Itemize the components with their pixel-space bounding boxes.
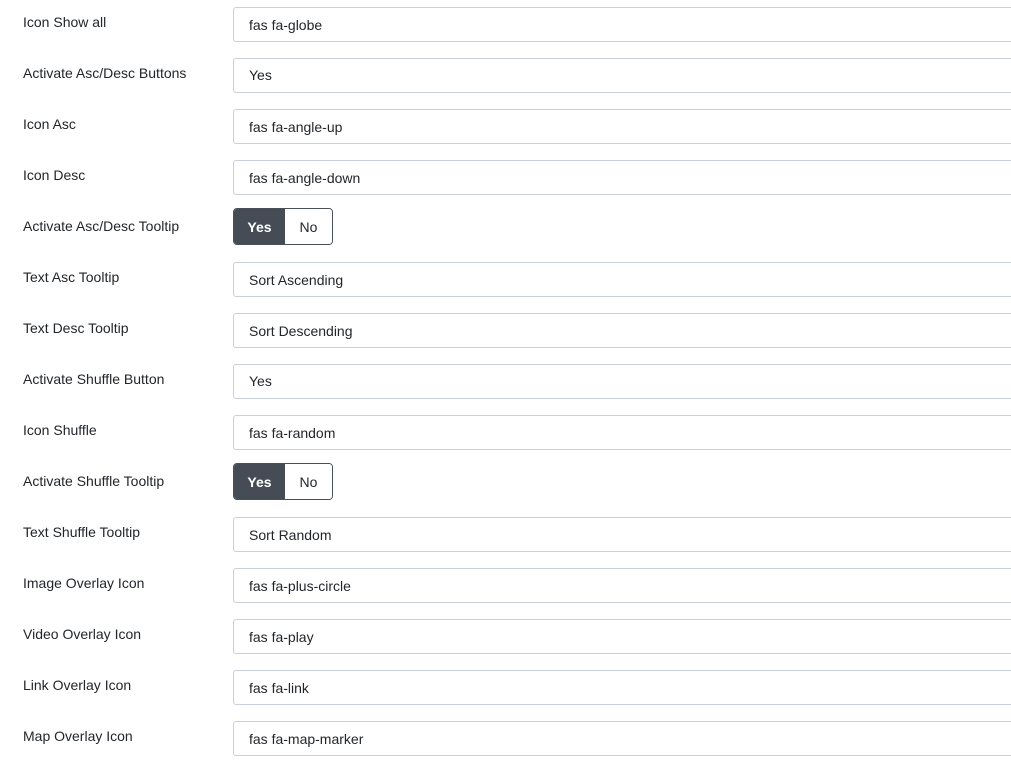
shuffle-tooltip-no-button[interactable]: No xyxy=(285,464,332,499)
field-row-activate-shuffle-button: Activate Shuffle Button Yes xyxy=(0,361,1011,412)
field-row-text-asc-tooltip: Text Asc Tooltip xyxy=(0,259,1011,310)
field-row-icon-desc: Icon Desc xyxy=(0,157,1011,208)
text-shuffle-tooltip-label: Text Shuffle Tooltip xyxy=(23,524,141,540)
icon-asc-label: Icon Asc xyxy=(23,116,76,132)
activate-shuffle-tooltip-toggle: Yes No xyxy=(233,463,333,500)
field-row-activate-shuffle-tooltip: Activate Shuffle Tooltip Yes No xyxy=(0,463,1011,514)
activate-asc-desc-buttons-select[interactable]: Yes xyxy=(233,58,1011,93)
field-row-activate-asc-desc-tooltip: Activate Asc/Desc Tooltip Yes No xyxy=(0,208,1011,259)
activate-shuffle-button-label: Activate Shuffle Button xyxy=(23,371,165,387)
text-asc-tooltip-input[interactable] xyxy=(233,262,1011,297)
field-row-link-overlay-icon: Link Overlay Icon xyxy=(0,667,1011,718)
image-overlay-icon-label: Image Overlay Icon xyxy=(23,575,145,591)
icon-desc-label: Icon Desc xyxy=(23,167,86,183)
icon-show-all-input[interactable] xyxy=(233,7,1011,42)
field-row-icon-shuffle: Icon Shuffle xyxy=(0,412,1011,463)
link-overlay-icon-label: Link Overlay Icon xyxy=(23,677,132,693)
field-row-activate-asc-desc-buttons: Activate Asc/Desc Buttons Yes xyxy=(0,55,1011,106)
text-desc-tooltip-label: Text Desc Tooltip xyxy=(23,320,129,336)
text-desc-tooltip-input[interactable] xyxy=(233,313,1011,348)
icon-asc-input[interactable] xyxy=(233,109,1011,144)
image-overlay-icon-input[interactable] xyxy=(233,568,1011,603)
field-row-icon-show-all: Icon Show all xyxy=(0,4,1011,55)
activate-asc-desc-tooltip-label: Activate Asc/Desc Tooltip xyxy=(23,218,180,234)
asc-desc-tooltip-no-button[interactable]: No xyxy=(285,209,332,244)
field-row-map-overlay-icon: Map Overlay Icon xyxy=(0,718,1011,760)
field-row-icon-asc: Icon Asc xyxy=(0,106,1011,157)
text-shuffle-tooltip-input[interactable] xyxy=(233,517,1011,552)
asc-desc-tooltip-yes-button[interactable]: Yes xyxy=(234,209,285,244)
map-overlay-icon-label: Map Overlay Icon xyxy=(23,728,133,744)
icon-shuffle-label: Icon Shuffle xyxy=(23,422,97,438)
text-asc-tooltip-label: Text Asc Tooltip xyxy=(23,269,120,285)
activate-asc-desc-buttons-label: Activate Asc/Desc Buttons xyxy=(23,65,187,81)
icon-show-all-label: Icon Show all xyxy=(23,14,107,30)
activate-shuffle-tooltip-label: Activate Shuffle Tooltip xyxy=(23,473,165,489)
activate-shuffle-button-select[interactable]: Yes xyxy=(233,364,1011,399)
field-row-video-overlay-icon: Video Overlay Icon xyxy=(0,616,1011,667)
field-row-text-desc-tooltip: Text Desc Tooltip xyxy=(0,310,1011,361)
map-overlay-icon-input[interactable] xyxy=(233,721,1011,756)
icon-shuffle-input[interactable] xyxy=(233,415,1011,450)
video-overlay-icon-label: Video Overlay Icon xyxy=(23,626,142,642)
settings-form: Icon Show all Activate Asc/Desc Buttons … xyxy=(0,0,1011,760)
icon-desc-input[interactable] xyxy=(233,160,1011,195)
activate-asc-desc-tooltip-toggle: Yes No xyxy=(233,208,333,245)
video-overlay-icon-input[interactable] xyxy=(233,619,1011,654)
field-row-text-shuffle-tooltip: Text Shuffle Tooltip xyxy=(0,514,1011,565)
shuffle-tooltip-yes-button[interactable]: Yes xyxy=(234,464,285,499)
field-row-image-overlay-icon: Image Overlay Icon xyxy=(0,565,1011,616)
link-overlay-icon-input[interactable] xyxy=(233,670,1011,705)
